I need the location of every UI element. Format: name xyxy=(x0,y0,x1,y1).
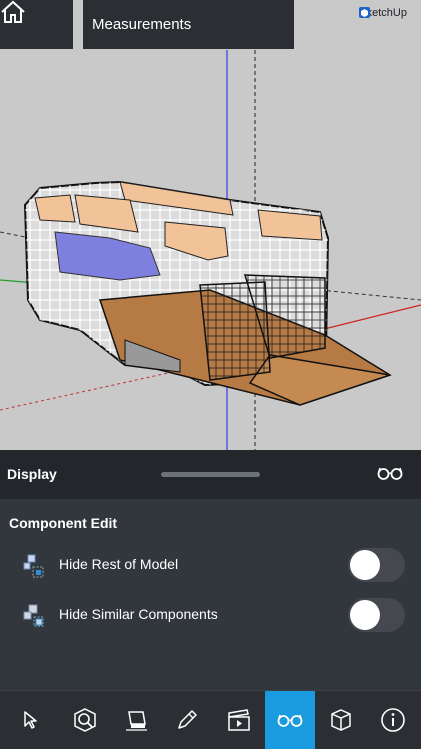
model-viewport[interactable]: Measurements SketchUp xyxy=(0,0,421,450)
display-title: Display xyxy=(7,466,57,482)
sketchup-logo-icon xyxy=(359,7,371,18)
info-tool-button[interactable] xyxy=(368,691,418,749)
panel-drag-handle[interactable] xyxy=(161,472,260,477)
brand-logo: SketchUp xyxy=(359,7,407,19)
toggle-knob xyxy=(350,550,380,580)
scenes-tool-button[interactable] xyxy=(214,691,264,749)
toggle-knob xyxy=(350,600,380,630)
display-tool-button[interactable] xyxy=(265,691,315,749)
hide-rest-of-model-row: Hide Rest of Model xyxy=(0,545,421,585)
hide-similar-components-row: Hide Similar Components xyxy=(0,595,421,635)
component-edit-panel: Component Edit Hide Rest of Model Hide S… xyxy=(0,499,421,690)
display-panel-header[interactable]: Display xyxy=(0,450,421,499)
info-icon xyxy=(381,708,405,732)
glasses-icon xyxy=(377,465,403,486)
components-tool-button[interactable] xyxy=(316,691,366,749)
cursor-icon xyxy=(24,711,37,729)
eraser-icon xyxy=(126,711,147,731)
bottom-toolbar xyxy=(0,690,421,749)
hide-rest-label: Hide Rest of Model xyxy=(59,556,179,572)
home-icon xyxy=(1,0,25,23)
hide-rest-toggle[interactable] xyxy=(348,548,405,582)
component-hide-similar-icon xyxy=(22,603,48,634)
clapper-icon xyxy=(228,709,250,731)
section-title: Component Edit xyxy=(9,515,118,531)
model-canvas xyxy=(0,50,421,450)
page-title: Measurements xyxy=(83,0,294,49)
eraser-tool-button[interactable] xyxy=(111,691,161,749)
hide-similar-toggle[interactable] xyxy=(348,598,405,632)
home-button[interactable] xyxy=(0,0,73,49)
select-tool-button[interactable] xyxy=(5,691,55,749)
component-hide-rest-icon xyxy=(22,553,48,584)
hide-similar-label: Hide Similar Components xyxy=(59,606,218,622)
glasses-icon xyxy=(277,714,303,727)
magnify-icon xyxy=(74,708,96,732)
pencil-icon xyxy=(178,710,197,729)
search-model-tool-button[interactable] xyxy=(60,691,110,749)
draw-tool-button[interactable] xyxy=(162,691,212,749)
cube-icon xyxy=(331,709,351,731)
